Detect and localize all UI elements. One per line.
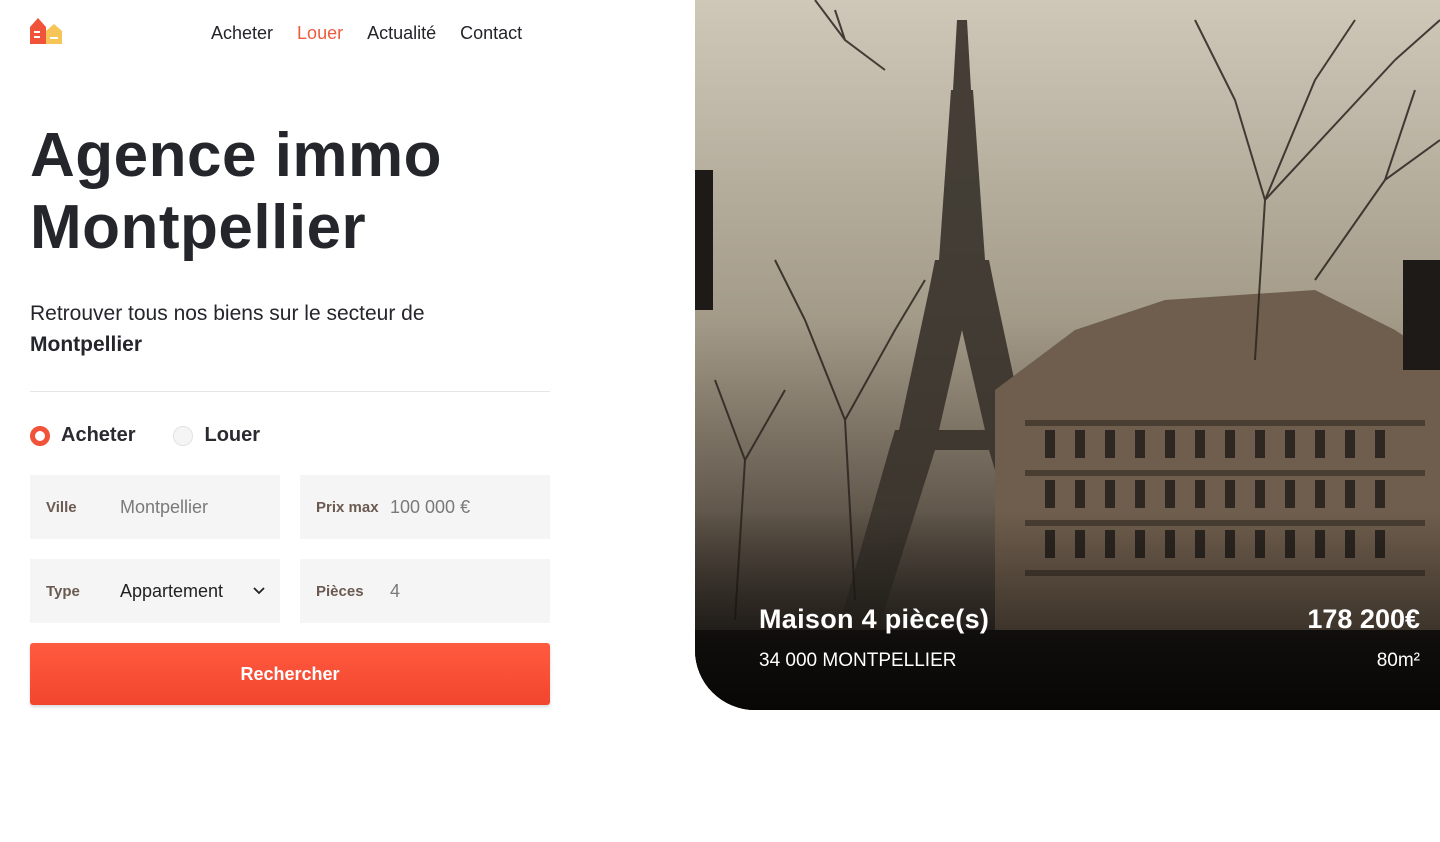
listing-title: Maison 4 pièce(s) — [759, 604, 990, 634]
nav-item-actualite[interactable]: Actualité — [367, 21, 436, 45]
prix-max-label: Prix max — [316, 498, 379, 516]
divider — [30, 391, 550, 392]
radio-acheter[interactable]: Acheter — [30, 424, 135, 447]
pieces-field[interactable]: Pièces 4 — [300, 559, 550, 623]
page-subtitle: Retrouver tous nos biens sur le secteur … — [30, 298, 550, 360]
type-value[interactable]: Appartement — [120, 581, 223, 602]
transaction-type-radios: Acheter Louer — [30, 424, 298, 447]
radio-acheter-label: Acheter — [61, 424, 136, 446]
page-title: Agence immo Montpellier — [30, 120, 590, 264]
subtitle-text: Retrouver tous nos biens sur le secteur … — [30, 302, 425, 325]
nav-item-acheter[interactable]: Acheter — [211, 21, 273, 45]
radio-acheter-dot[interactable] — [30, 425, 50, 446]
pieces-label: Pièces — [316, 582, 364, 600]
type-label: Type — [46, 582, 80, 600]
page-title-line2: Montpellier — [30, 193, 367, 262]
listing-location: 34 000 MONTPELLIER — [759, 650, 957, 671]
radio-louer[interactable]: Louer — [173, 424, 260, 447]
listing-area: 80m² — [1376, 650, 1420, 671]
main-nav: Acheter Louer Actualité Contact — [211, 21, 522, 45]
featured-listing[interactable]: Maison 4 pièce(s) 34 000 MONTPELLIER 178… — [695, 0, 1440, 710]
ville-input[interactable]: Montpellier — [120, 497, 208, 518]
nav-item-louer[interactable]: Louer — [297, 21, 343, 45]
type-select[interactable]: Type Appartement — [30, 559, 280, 623]
listing-price: 178 200€ — [1307, 604, 1420, 634]
prix-max-input[interactable]: 100 000 € — [390, 497, 470, 518]
radio-louer-label: Louer — [204, 424, 261, 446]
subtitle-strong: Montpellier — [30, 333, 143, 356]
radio-louer-dot[interactable] — [173, 425, 194, 446]
nav-item-contact[interactable]: Contact — [460, 21, 522, 45]
ville-field[interactable]: Ville Montpellier — [30, 475, 280, 539]
ville-label: Ville — [46, 498, 77, 516]
pieces-input[interactable]: 4 — [390, 581, 400, 602]
brand-logo[interactable] — [30, 18, 64, 46]
house-logo-icon — [30, 18, 62, 44]
prix-max-field[interactable]: Prix max 100 000 € — [300, 475, 550, 539]
page-title-line1: Agence immo — [30, 121, 443, 190]
search-button[interactable]: Rechercher — [30, 643, 550, 705]
chevron-down-icon — [253, 587, 265, 595]
